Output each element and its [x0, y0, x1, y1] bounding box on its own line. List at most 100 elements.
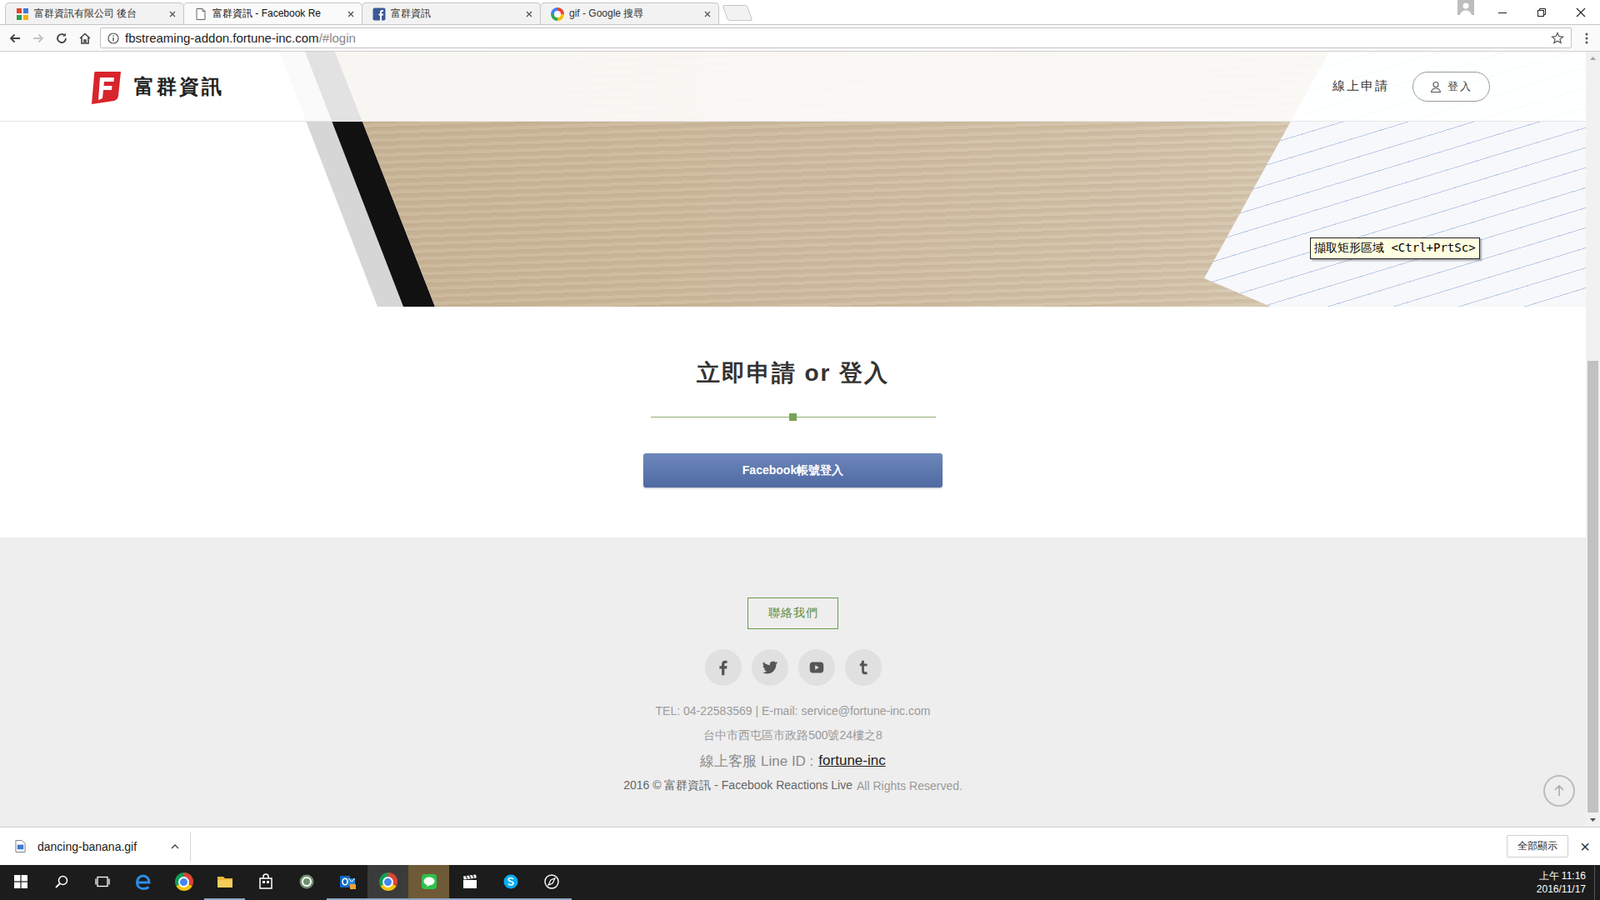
social-links: [705, 649, 882, 686]
taskbar-app[interactable]: [285, 865, 327, 900]
facebook-login-button[interactable]: Facebook帳號登入: [643, 453, 943, 488]
tooltip: 擷取矩形區域 <Ctrl+PrtSc>: [1310, 237, 1480, 260]
social-link[interactable]: [705, 649, 742, 686]
downloads-bar: dancing-banana.gif 全部顯示 ×: [0, 826, 1600, 865]
bookmark-star-icon[interactable]: [1550, 31, 1565, 45]
tab-strip: 富群資訊有限公司 後台富群資訊 - Facebook Re富群資訊gif - G…: [0, 0, 1600, 25]
nav-link[interactable]: 線上申請: [1332, 78, 1390, 95]
taskbar-app[interactable]: [245, 865, 286, 900]
web-page: 富群資訊 線上申請 登入立即申請 or 登入Facebook帳號登入聯絡我們TEL:…: [0, 51, 1586, 827]
app-circle-icon: [297, 872, 316, 891]
browser-tab[interactable]: 富群資訊有限公司 後台: [5, 2, 185, 25]
show-all-button[interactable]: 全部顯示: [1506, 835, 1569, 858]
info-icon[interactable]: [107, 32, 120, 45]
grid-icon: [15, 7, 30, 21]
task-view-icon: [95, 874, 110, 890]
social-link[interactable]: [798, 649, 835, 686]
user-icon: [1430, 80, 1442, 93]
restore-icon: [1536, 7, 1547, 18]
taskbar: 上午 11:162016/11/17: [0, 865, 1600, 900]
reload-button[interactable]: [50, 26, 74, 50]
taskbar-app[interactable]: [408, 865, 450, 900]
youtube-icon: [807, 658, 826, 677]
browser-tab[interactable]: 富群資訊: [361, 2, 541, 25]
brand-logo-icon: [87, 68, 125, 105]
title-divider: [650, 413, 936, 421]
close-button[interactable]: [1560, 0, 1600, 25]
restore-button[interactable]: [1521, 0, 1561, 25]
close-tab-icon[interactable]: [703, 10, 712, 19]
search-icon: [54, 874, 70, 890]
line-id: 線上客服 Line ID :fortune-inc: [700, 748, 885, 774]
new-tab-button[interactable]: [722, 5, 754, 21]
facebook-icon: [372, 7, 386, 21]
copyright: 2016 © 富群資訊 - Facebook Reactions LiveAll…: [623, 773, 963, 799]
scroll-top-button[interactable]: [1543, 775, 1575, 807]
show-desktop-button[interactable]: [1594, 865, 1600, 900]
line-id-link[interactable]: fortune-inc: [818, 752, 885, 770]
back-arrow-icon: [8, 31, 22, 45]
clapperboard-icon: [460, 872, 480, 891]
menu-dots-icon: [1585, 31, 1589, 45]
scrollbar-thumb[interactable]: [1587, 360, 1599, 813]
taskbar-app[interactable]: [326, 865, 368, 900]
chrome-icon: [379, 872, 398, 891]
forward-arrow-icon: [31, 31, 45, 45]
back-button[interactable]: [3, 26, 27, 50]
close-tab-icon[interactable]: [346, 10, 355, 19]
brand[interactable]: 富群資訊: [87, 68, 225, 105]
close-tab-icon[interactable]: [525, 10, 534, 19]
store-bag-icon: [256, 872, 275, 891]
chrome-icon: [175, 872, 194, 891]
taskbar-app[interactable]: [530, 865, 572, 900]
folder-icon: [215, 872, 235, 891]
google-icon: [550, 7, 565, 21]
chevron-up-icon[interactable]: [170, 841, 180, 852]
window-controls: [1449, 0, 1600, 25]
viewport: 富群資訊 線上申請 登入立即申請 or 登入Facebook帳號登入聯絡我們TEL:…: [0, 51, 1600, 827]
taskbar-app[interactable]: [367, 865, 409, 900]
login-section: 立即申請 or 登入Facebook帳號登入: [0, 306, 1586, 538]
taskbar-app[interactable]: [449, 865, 490, 900]
compass-icon: [542, 872, 561, 891]
file-icon: [15, 840, 26, 853]
user-icon: [1457, 0, 1475, 15]
windows-logo-icon: [14, 875, 28, 889]
scroll-down-icon[interactable]: [1585, 812, 1600, 827]
social-link[interactable]: [751, 649, 789, 686]
url-text: fbstreaming-addon.fortune-inc.com/#login: [125, 30, 356, 45]
start-button[interactable]: [0, 865, 41, 900]
site-header: 富群資訊 線上申請 登入: [0, 51, 1586, 122]
close-tab-icon[interactable]: [168, 10, 177, 19]
hero-banner: 富群資訊 線上申請 登入: [0, 51, 1586, 307]
taskbar-app[interactable]: [40, 865, 82, 900]
outlook-icon: [338, 872, 357, 891]
download-item[interactable]: dancing-banana.gif: [0, 840, 190, 854]
scroll-up-icon[interactable]: [1585, 51, 1600, 66]
address-bar[interactable]: fbstreaming-addon.fortune-inc.com/#login: [100, 27, 1572, 49]
social-link[interactable]: [845, 649, 882, 686]
clock[interactable]: 上午 11:162016/11/17: [1528, 865, 1595, 900]
profile-button[interactable]: [1449, 0, 1483, 25]
taskbar-app[interactable]: [204, 865, 245, 900]
taskbar-app[interactable]: [81, 865, 123, 900]
site-footer: 聯絡我們TEL: 04-22583569 | E-mail: service@f…: [0, 537, 1586, 827]
tumblr-icon: [854, 658, 873, 677]
close-downloads-button[interactable]: ×: [1580, 838, 1590, 855]
skype-icon: [501, 872, 520, 891]
close-icon: [1575, 7, 1586, 18]
minimize-icon: [1497, 7, 1508, 18]
contact-button[interactable]: 聯絡我們: [747, 597, 839, 630]
scrollbar[interactable]: [1585, 51, 1600, 827]
home-button[interactable]: [73, 26, 97, 50]
menu-button[interactable]: [1576, 26, 1597, 50]
minimize-button[interactable]: [1482, 0, 1522, 25]
browser-tab[interactable]: 富群資訊 - Facebook Re: [183, 2, 363, 25]
taskbar-app[interactable]: [163, 865, 205, 900]
taskbar-app[interactable]: [122, 865, 164, 900]
taskbar-app[interactable]: [490, 865, 531, 900]
arrow-up-icon: [1550, 782, 1568, 800]
page-icon: [194, 7, 208, 21]
browser-tab[interactable]: gif - Google 搜尋: [540, 2, 720, 25]
login-nav-button[interactable]: 登入: [1412, 71, 1490, 102]
